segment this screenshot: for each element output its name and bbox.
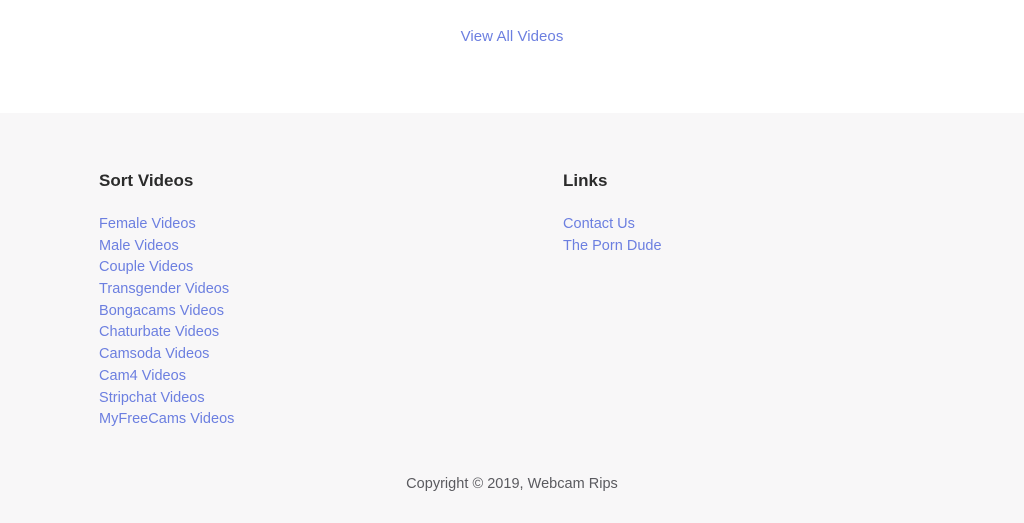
footer-link-bongacams-videos[interactable]: Bongacams Videos (99, 303, 224, 319)
list-item: The Porn Dude (563, 235, 662, 257)
list-item: Female Videos (99, 213, 234, 235)
list-item: Cam4 Videos (99, 365, 234, 387)
footer-link-camsoda-videos[interactable]: Camsoda Videos (99, 346, 209, 362)
list-item: Stripchat Videos (99, 387, 234, 409)
list-item: Contact Us (563, 213, 662, 235)
footer-link-list-sort-videos: Female Videos Male Videos Couple Videos … (99, 213, 234, 430)
footer-link-myfreecams-videos[interactable]: MyFreeCams Videos (99, 411, 234, 427)
list-item: Chaturbate Videos (99, 321, 234, 343)
footer-column-links: Links Contact Us The Porn Dude (563, 113, 662, 256)
list-item: Camsoda Videos (99, 343, 234, 365)
footer-column-sort-videos: Sort Videos Female Videos Male Videos Co… (99, 113, 234, 430)
footer-link-transgender-videos[interactable]: Transgender Videos (99, 281, 229, 297)
footer-link-contact-us[interactable]: Contact Us (563, 216, 635, 232)
site-footer: Sort Videos Female Videos Male Videos Co… (0, 113, 1024, 523)
footer-columns: Sort Videos Female Videos Male Videos Co… (0, 113, 1024, 453)
footer-link-chaturbate-videos[interactable]: Chaturbate Videos (99, 324, 219, 340)
footer-column-title-sort-videos: Sort Videos (99, 171, 194, 190)
footer-link-male-videos[interactable]: Male Videos (99, 238, 179, 254)
footer-link-the-porn-dude[interactable]: The Porn Dude (563, 238, 662, 254)
footer-link-stripchat-videos[interactable]: Stripchat Videos (99, 390, 205, 406)
footer-link-list-links: Contact Us The Porn Dude (563, 213, 662, 256)
view-all-videos-link[interactable]: View All Videos (461, 28, 564, 46)
list-item: Bongacams Videos (99, 300, 234, 322)
footer-link-couple-videos[interactable]: Couple Videos (99, 259, 193, 275)
list-item: Couple Videos (99, 256, 234, 278)
list-item: Male Videos (99, 235, 234, 257)
copyright-text: Copyright © 2019, Webcam Rips (406, 476, 618, 492)
footer-link-cam4-videos[interactable]: Cam4 Videos (99, 368, 186, 384)
list-item: Transgender Videos (99, 278, 234, 300)
top-section: View All Videos (0, 0, 1024, 113)
list-item: MyFreeCams Videos (99, 408, 234, 430)
view-all-videos-container: View All Videos (0, 28, 1024, 46)
footer-column-title-links: Links (563, 171, 608, 190)
footer-link-female-videos[interactable]: Female Videos (99, 216, 196, 232)
copyright-container: Copyright © 2019, Webcam Rips (0, 475, 1024, 493)
page-root: View All Videos Sort Videos Female Video… (0, 0, 1024, 523)
